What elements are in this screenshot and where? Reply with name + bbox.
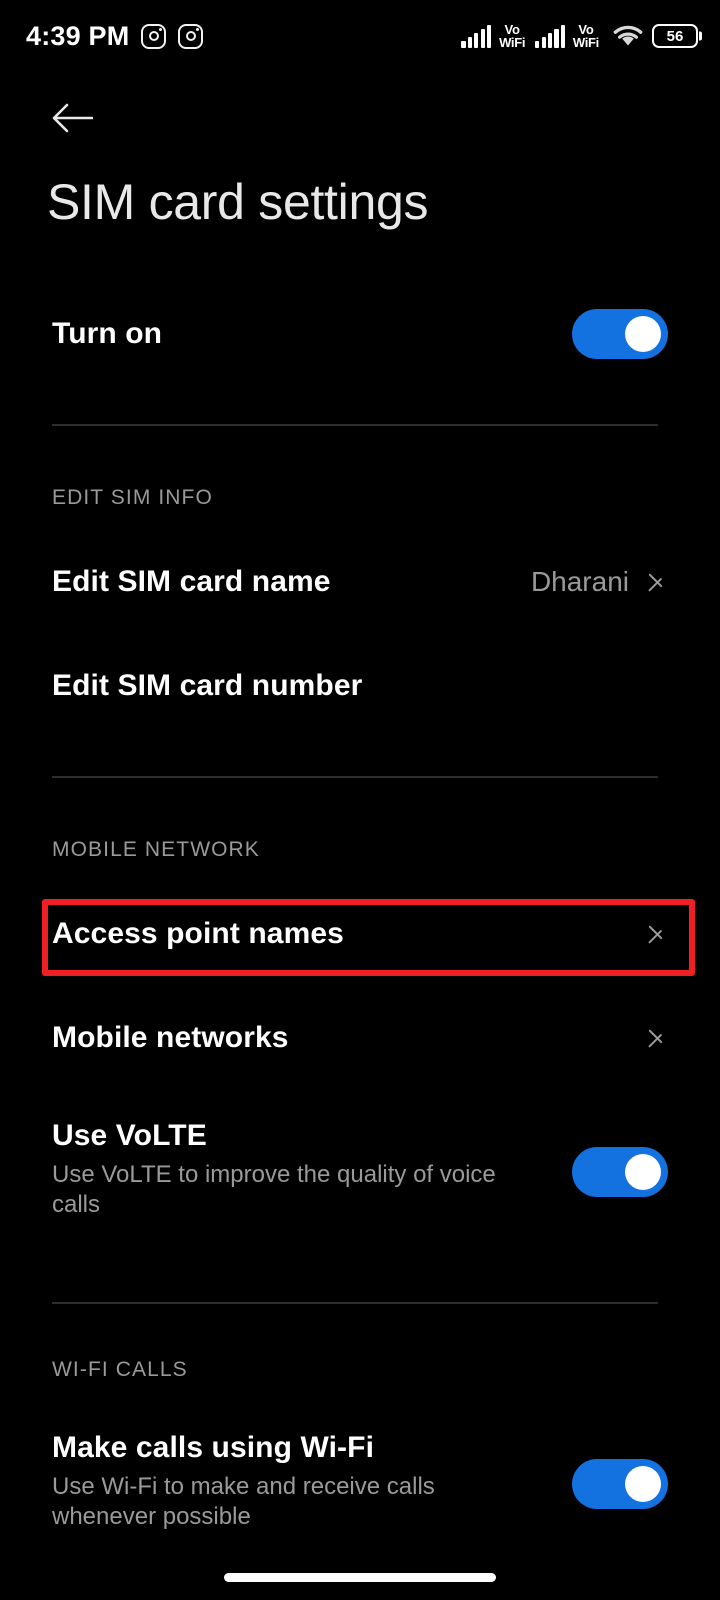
home-indicator[interactable] <box>224 1573 496 1582</box>
battery-percent: 56 <box>666 27 684 45</box>
battery-icon: 56 <box>652 24 698 48</box>
instagram-icon <box>141 23 167 49</box>
row-use-volte-texts: Use VoLTE Use VoLTE to improve the quali… <box>52 1118 572 1221</box>
row-access-point-names-label: Access point names <box>52 916 344 950</box>
row-access-point-names-texts: Access point names <box>52 916 646 953</box>
row-mobile-networks[interactable]: Mobile networks <box>0 1012 720 1064</box>
volte-wifi-indicator: Vo WiFi <box>499 21 526 50</box>
row-edit-sim-card-number-texts: Edit SIM card number <box>52 668 668 705</box>
instagram-icon <box>178 23 204 49</box>
chevron-right-icon <box>646 915 668 953</box>
row-edit-sim-card-name-texts: Edit SIM card name <box>52 564 531 601</box>
row-turn-on[interactable]: Turn on <box>0 305 720 363</box>
row-make-calls-using-wifi-label: Make calls using Wi-Fi <box>52 1431 375 1464</box>
cellular-signal-icon <box>535 24 565 48</box>
divider <box>52 1302 658 1304</box>
status-bar: 4:39 PM Vo WiFi Vo WiFi 56 <box>0 0 720 72</box>
row-use-volte[interactable]: Use VoLTE Use VoLTE to improve the quali… <box>0 1118 720 1228</box>
section-header-mobile-network: MOBILE NETWORK <box>52 838 260 861</box>
section-header-edit-sim-info: EDIT SIM INFO <box>52 486 213 509</box>
page-title: SIM card settings <box>47 174 429 230</box>
wifi-icon <box>613 25 643 48</box>
row-access-point-names[interactable]: Access point names <box>0 908 720 960</box>
row-make-calls-using-wifi[interactable]: Make calls using Wi-Fi Use Wi-Fi to make… <box>0 1430 720 1540</box>
cellular-signal-icon <box>461 24 492 48</box>
row-edit-sim-card-number[interactable]: Edit SIM card number <box>0 660 720 712</box>
row-make-calls-using-wifi-texts: Make calls using Wi-Fi Use Wi-Fi to make… <box>52 1430 572 1533</box>
arrow-left-icon <box>52 103 93 133</box>
divider <box>52 776 658 778</box>
status-bar-clock: 4:39 PM <box>26 20 130 51</box>
row-use-volte-label: Use VoLTE <box>52 1119 207 1152</box>
row-turn-on-texts: Turn on <box>52 316 572 353</box>
chevron-right-icon <box>646 563 668 601</box>
row-turn-on-label: Turn on <box>52 316 163 350</box>
use-volte-toggle[interactable] <box>572 1147 668 1197</box>
sim-card-settings-screen: 4:39 PM Vo WiFi Vo WiFi 56 SIM card sett… <box>0 0 720 1600</box>
row-edit-sim-card-name-label: Edit SIM card name <box>52 564 331 598</box>
make-calls-using-wifi-toggle[interactable] <box>572 1459 668 1509</box>
row-mobile-networks-texts: Mobile networks <box>52 1020 646 1057</box>
row-edit-sim-card-number-label: Edit SIM card number <box>52 668 363 702</box>
row-use-volte-description: Use VoLTE to improve the quality of voic… <box>52 1160 496 1219</box>
row-edit-sim-card-name-value: Dharani <box>530 566 629 597</box>
back-button[interactable] <box>44 90 100 146</box>
status-bar-right: Vo WiFi Vo WiFi 56 <box>461 21 698 50</box>
turn-on-toggle[interactable] <box>572 309 668 359</box>
chevron-right-icon <box>646 1019 668 1057</box>
row-edit-sim-card-name[interactable]: Edit SIM card name Dharani <box>0 556 720 608</box>
row-make-calls-using-wifi-description: Use Wi-Fi to make and receive calls when… <box>52 1472 435 1531</box>
status-bar-left: 4:39 PM <box>26 20 204 51</box>
volte-wifi-indicator: Vo WiFi <box>572 21 599 50</box>
row-mobile-networks-label: Mobile networks <box>52 1020 289 1054</box>
divider <box>52 424 658 426</box>
section-header-wifi-calls: WI-FI CALLS <box>52 1358 188 1381</box>
